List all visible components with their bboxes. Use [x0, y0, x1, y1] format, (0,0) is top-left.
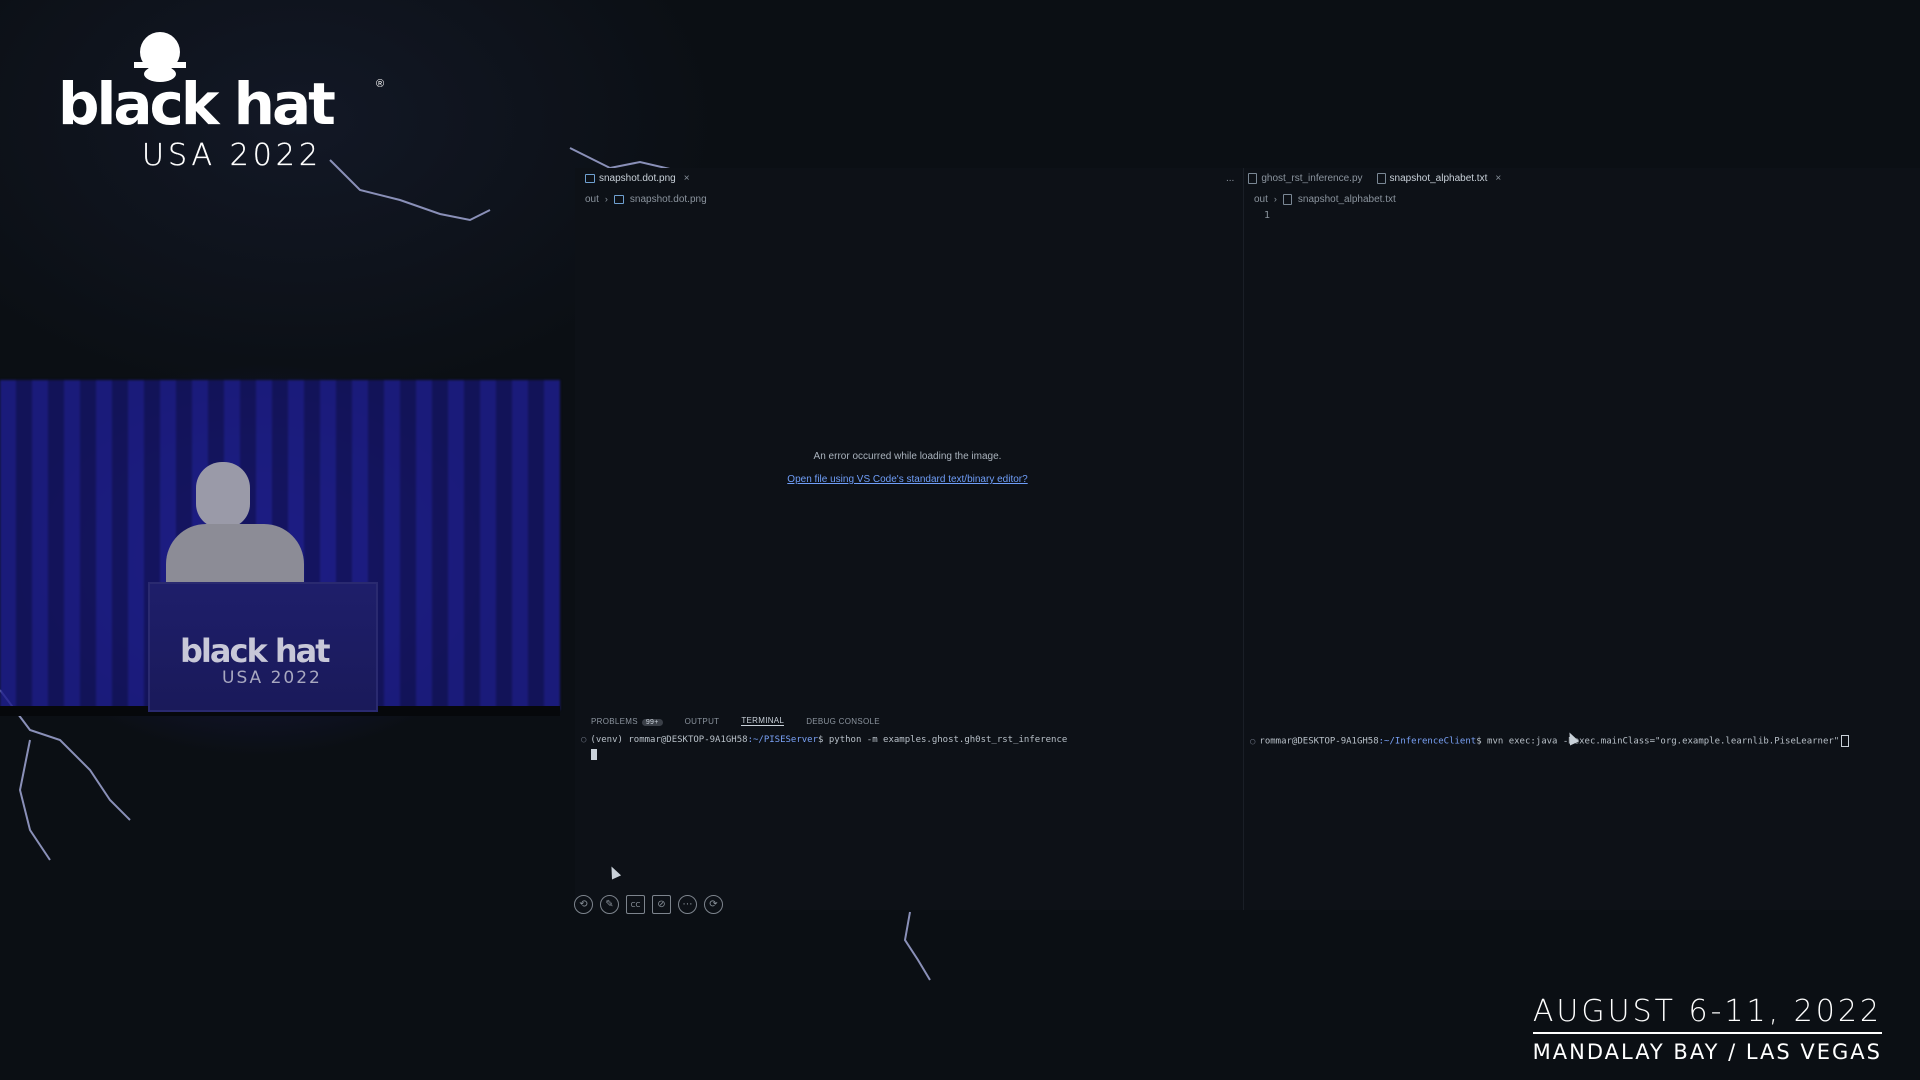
- venv-prefix: (venv): [590, 735, 623, 745]
- chevron-right-icon: ›: [604, 194, 608, 204]
- tab-snapshot-dot-png[interactable]: snapshot.dot.png ×: [585, 173, 690, 184]
- right-editor-pane: ... ghost_rst_inference.py snapshot_alph…: [1226, 168, 1920, 713]
- left-terminal-panel: PROBLEMS 99+ OUTPUT TERMINAL DEBUG CONSOL…: [575, 713, 1240, 910]
- breadcrumb: out › snapshot_alphabet.txt: [1254, 192, 1396, 206]
- prompt-path: :~/PISEServer: [747, 735, 819, 745]
- image-file-icon: [613, 194, 624, 204]
- black-hat-logo: black hat ® USA 2022: [58, 22, 398, 172]
- python-file-icon: [1248, 172, 1258, 184]
- event-venue: MANDALAY BAY / LAS VEGAS: [1532, 1040, 1882, 1064]
- tab-label: snapshot.dot.png: [599, 172, 676, 184]
- speaker-head: [196, 462, 250, 528]
- circle-icon: ○: [1250, 736, 1256, 747]
- logo-brand-text: black hat: [58, 70, 336, 138]
- event-dates: AUGUST 6-11, 2022: [1532, 994, 1882, 1029]
- line-number: 1: [1264, 210, 1271, 221]
- prompt-user: rommar@DESKTOP-9A1GH58: [628, 735, 748, 745]
- close-icon[interactable]: ×: [684, 173, 690, 184]
- podium-edition: USA 2022: [222, 668, 322, 688]
- tab-terminal[interactable]: TERMINAL: [741, 716, 785, 726]
- terminal-command: $ python -m examples.ghost.gh0st_rst_inf…: [818, 735, 1068, 745]
- open-in-text-editor-link[interactable]: Open file using VS Code's standard text/…: [575, 474, 1240, 485]
- chevron-right-icon: ›: [1273, 194, 1277, 204]
- forward-icon[interactable]: ⟳: [704, 895, 723, 914]
- breadcrumb-file[interactable]: snapshot.dot.png: [630, 194, 707, 205]
- camera-off-icon[interactable]: ⊘: [652, 895, 671, 914]
- left-editor-tabbar: snapshot.dot.png ×: [575, 168, 1240, 188]
- divider: [1532, 1032, 1882, 1034]
- podium: black hat USA 2022: [148, 582, 378, 712]
- breadcrumb-file[interactable]: snapshot_alphabet.txt: [1298, 194, 1396, 205]
- tab-problems[interactable]: PROBLEMS 99+: [591, 717, 663, 726]
- breadcrumb-folder[interactable]: out: [1254, 194, 1268, 205]
- terminal-prompt-line[interactable]: ○ rommar@DESKTOP-9A1GH58:~/InferenceClien…: [1250, 735, 1850, 747]
- tab-output[interactable]: OUTPUT: [685, 717, 720, 726]
- terminal-cursor: [591, 749, 597, 760]
- captions-icon[interactable]: CC: [626, 895, 645, 914]
- left-editor-pane: snapshot.dot.png × out › snapshot.dot.pn…: [575, 168, 1240, 713]
- breadcrumb: out › snapshot.dot.png: [585, 192, 707, 206]
- circle-icon: ○: [581, 735, 587, 745]
- problems-count-badge: 99+: [641, 718, 663, 726]
- prompt-path: :~/InferenceClient: [1378, 736, 1477, 747]
- text-file-icon: [1282, 193, 1292, 205]
- logo-edition-text: USA 2022: [142, 138, 322, 173]
- image-error-message: An error occurred while loading the imag…: [813, 451, 1002, 462]
- tab-ghost-rst-inference[interactable]: ghost_rst_inference.py: [1248, 172, 1363, 184]
- right-editor-tabbar: ... ghost_rst_inference.py snapshot_alph…: [1226, 168, 1920, 188]
- panel-tabs: PROBLEMS 99+ OUTPUT TERMINAL DEBUG CONSOL…: [591, 713, 880, 729]
- more-icon[interactable]: ⋯: [678, 895, 697, 914]
- tab-snapshot-alphabet[interactable]: snapshot_alphabet.txt ×: [1376, 172, 1501, 184]
- terminal-cursor: [1841, 735, 1850, 747]
- ide-window: snapshot.dot.png × out › snapshot.dot.pn…: [575, 168, 1920, 910]
- terminal-command: $ mvn exec:java -Dexec.mainClass="org.ex…: [1476, 736, 1840, 747]
- speaker: [160, 462, 310, 604]
- tab-label: PROBLEMS: [591, 716, 638, 726]
- back-icon[interactable]: ⟲: [574, 895, 593, 914]
- terminal-prompt-line[interactable]: ○ (venv) rommar@DESKTOP-9A1GH58:~/PISESer…: [581, 735, 1067, 745]
- player-controls: ⟲ ✎ CC ⊘ ⋯ ⟳: [574, 895, 723, 914]
- more-actions-icon[interactable]: ...: [1226, 173, 1234, 184]
- breadcrumb-folder[interactable]: out: [585, 194, 599, 205]
- registered-mark: ®: [376, 78, 385, 90]
- close-icon[interactable]: ×: [1495, 173, 1501, 184]
- video-frame: black hat ® USA 2022 black hat USA 2022 …: [0, 0, 1920, 1080]
- tab-label: snapshot_alphabet.txt: [1389, 172, 1488, 184]
- event-info: AUGUST 6-11, 2022 MANDALAY BAY / LAS VEG…: [1532, 994, 1882, 1064]
- tab-debug-console[interactable]: DEBUG CONSOLE: [806, 717, 880, 726]
- image-file-icon: [585, 173, 595, 183]
- tab-label: ghost_rst_inference.py: [1261, 172, 1363, 184]
- pencil-icon[interactable]: ✎: [600, 895, 619, 914]
- podium-brand: black hat: [180, 632, 331, 670]
- prompt-user: rommar@DESKTOP-9A1GH58: [1259, 736, 1379, 747]
- text-file-icon: [1376, 172, 1386, 184]
- right-terminal-panel: ○ rommar@DESKTOP-9A1GH58:~/InferenceClien…: [1243, 713, 1920, 910]
